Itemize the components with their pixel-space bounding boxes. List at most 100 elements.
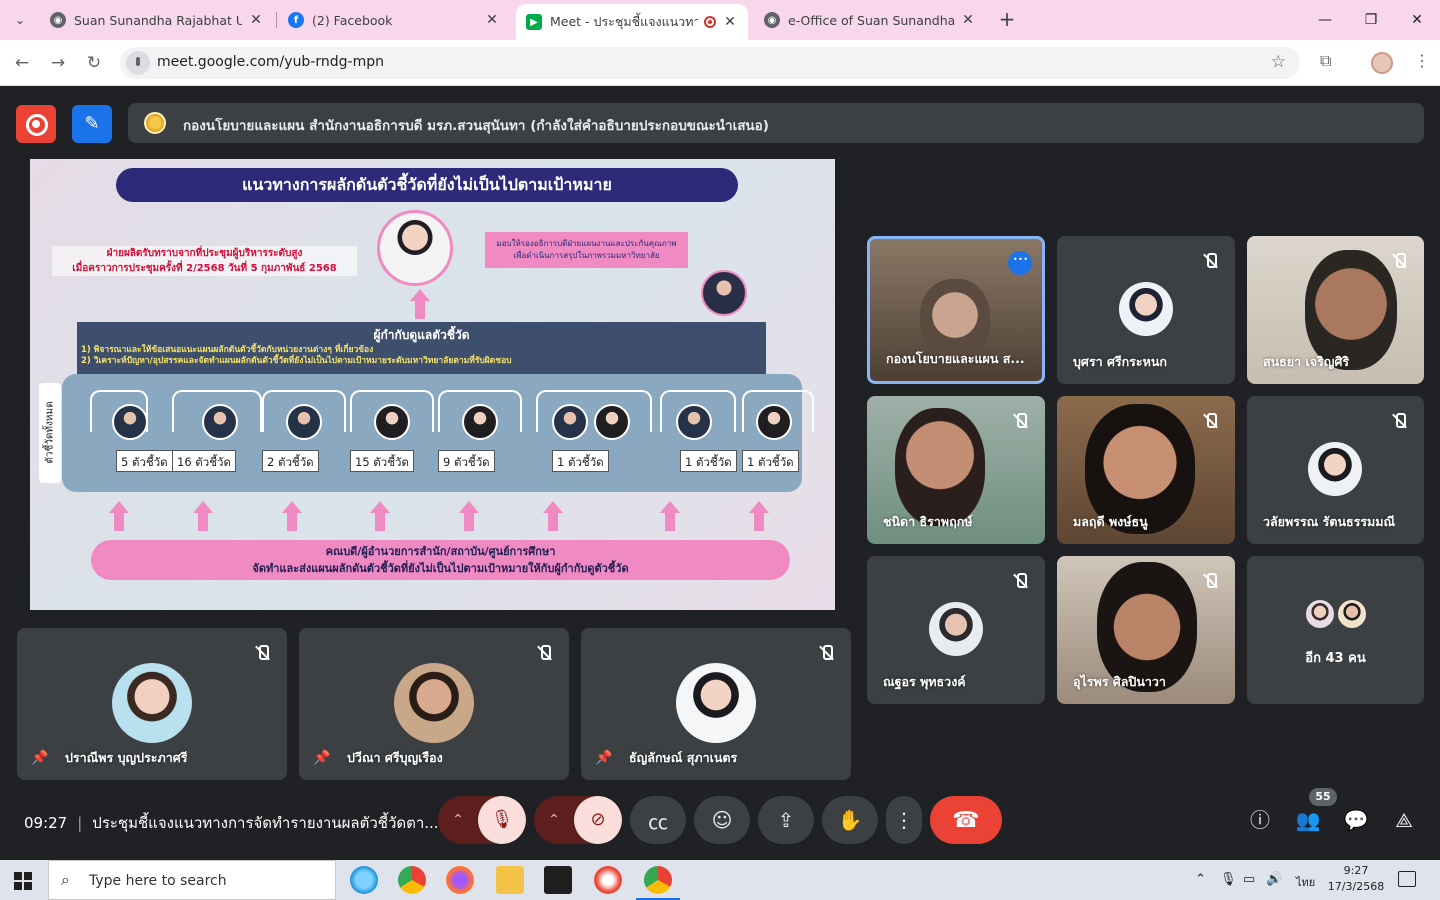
participant-tile[interactable]: กองนโยบายและแผน ส... [867,236,1045,384]
extensions-icon[interactable]: ⧉ [1320,51,1331,71]
raise-hand-icon[interactable]: ✋ [822,796,878,844]
participant-tile[interactable]: บุศรา ศรีกระหนก [1057,236,1235,384]
chrome-icon[interactable] [398,866,426,894]
mic-off-icon[interactable]: 🎙 [478,796,526,844]
pin-icon[interactable]: 📌 [31,750,48,770]
input-language[interactable]: ไทย [1296,873,1315,891]
slide-pink-note: มอบให้รองอธิการบดีฝ่ายแผนงานและประกันคุณ… [485,232,688,268]
tab-meet[interactable]: ▶ Meet - ประชุมชี้แจงแนวทางการ ✕ [516,4,748,40]
unit-person-photo [374,404,410,440]
tray-microphone-icon[interactable]: 🎙 [1220,872,1237,887]
participant-tile[interactable]: วลัยพรรณ รัตนธรรมมณี [1247,396,1424,544]
notes-icon[interactable]: ✎ [72,105,112,143]
url-text[interactable]: meet.google.com/yub-rndg-mpn [157,54,384,70]
unit-person-photo [552,404,588,440]
faculty-box: คณบดี/ผู้อำนวยการสำนัก/สถาบัน/ศูนย์การศึ… [91,540,790,580]
more-options-icon[interactable]: ⋮ [886,796,922,844]
tab-facebook[interactable]: f (2) Facebook ✕ [278,4,510,36]
participant-tile[interactable]: อุไรพร ศิลปินาวา [1057,556,1235,704]
emoji-reaction-icon[interactable]: ☺ [694,796,750,844]
close-tab-icon[interactable]: ✕ [248,12,264,28]
pin-icon[interactable]: 📌 [313,750,330,770]
participant-name: ปวีณา ศรีบุญเรือง [347,750,443,765]
tab-e-office[interactable]: ◉ e-Office of Suan Sunandha Raja ✕ [754,4,986,36]
units-panel: 5 ตัวชี้วัด 16 ตัวชี้วัด 2 ตัวชี้วัด 15 … [62,374,814,492]
participant-tile[interactable]: มลฤดี พงษ์ธนู [1057,396,1235,544]
close-tab-icon[interactable]: ✕ [484,12,500,28]
muted-mic-icon [815,642,837,664]
people-icon[interactable]: 👥 [1295,807,1321,833]
unit-count: 16 ตัวชี้วัด [172,450,236,472]
leave-call-icon[interactable]: ☎ [930,796,1002,844]
unit-person-photo [676,404,712,440]
meeting-details-icon[interactable]: ⓘ [1247,807,1273,833]
chat-icon[interactable]: 💬 [1343,807,1369,833]
address-bar[interactable]: meet.google.com/yub-rndg-mpn ☆ [120,47,1300,79]
microphone-control[interactable]: ⌃ 🎙 [438,796,526,844]
close-tab-icon[interactable]: ✕ [722,14,738,30]
chrome-profile-icon[interactable] [636,866,680,900]
notification-icon[interactable] [1398,871,1416,887]
participant-tile[interactable]: ชนิดา ธิราพฤกษ์ [867,396,1045,544]
participant-tile[interactable]: ณฐอร พุทธวงค์ [867,556,1045,704]
unit-count: 2 ตัวชี้วัด [262,450,319,472]
more-participants-tile[interactable]: อีก 43 คน [1247,556,1424,704]
window-close-icon[interactable]: ✕ [1405,8,1429,32]
microphone-permission-icon[interactable] [126,51,150,75]
pin-icon[interactable]: 📌 [595,750,612,770]
participant-name: สนธยา เจริญศิริ [1263,354,1350,369]
taskbar-clock[interactable]: 9:27 17/3/2568 [1324,863,1388,895]
firefox-icon[interactable] [446,866,474,894]
app-icon[interactable] [594,866,622,894]
participant-name: ณฐอร พุทธวงค์ [883,674,966,689]
slide-pink-note-line: เพื่อดำเนินการสรุปในภาพรวมมหาวิทยาลัย [513,251,660,260]
slide-red-note-line: ฝ่ายผลิตรับทราบจากที่ประชุมผู้บริหารระดั… [106,248,303,259]
volume-icon[interactable]: 🔊 [1266,872,1282,887]
participant-avatar [1304,598,1336,630]
meet-stage: ✎ กองนโยบายและแผน สำนักงานอธิการบดี มรภ.… [0,87,1440,860]
pinned-participant-tile[interactable]: 📌 ธัญลักษณ์ สุภาเนตร [581,628,851,780]
reload-icon[interactable]: ↻ [82,51,106,75]
recording-icon[interactable] [16,105,56,143]
minimize-icon[interactable]: — [1313,8,1337,32]
profile-avatar[interactable] [1371,52,1393,74]
browser-menu-icon[interactable]: ⋮ [1414,51,1430,70]
supervisor-box: ผู้กำกับดูแลตัวชี้วัด 1) พิจารณาและให้ข้… [77,322,766,374]
unit-person-photo [112,404,148,440]
activities-icon[interactable]: ⟁ [1391,807,1417,833]
network-icon[interactable]: ▭ [1243,872,1255,887]
muted-mic-icon [1199,570,1221,592]
captions-icon[interactable]: ㏄ [630,796,686,844]
meeting-title: ประชุมชี้แจงแนวทางการจัดทำรายงานผลตัวชี้… [92,814,439,832]
pinned-participant-tile[interactable]: 📌 ปวีณา ศรีบุญเรือง [299,628,569,780]
mic-options-caret-icon[interactable]: ⌃ [438,796,478,844]
participant-video [895,408,985,526]
unit-person-photo [594,404,630,440]
taskbar-search[interactable]: ⌕ Type here to search [48,860,336,900]
muted-mic-icon [251,642,273,664]
participant-tile[interactable]: สนธยา เจริญศิริ [1247,236,1424,384]
camera-options-caret-icon[interactable]: ⌃ [534,796,574,844]
pinned-participant-tile[interactable]: 📌 ปราณีพร บุญประภาศรี [17,628,287,780]
camera-off-icon[interactable]: ⊘ [574,796,622,844]
back-icon[interactable]: ← [10,51,34,75]
muted-mic-icon [1199,250,1221,272]
tab-title: (2) Facebook [312,12,393,28]
edge-icon[interactable] [350,866,378,894]
close-tab-icon[interactable]: ✕ [960,12,976,28]
restore-icon[interactable]: ❐ [1359,8,1383,32]
bookmark-star-icon[interactable]: ☆ [1271,52,1286,72]
more-participants-label: อีก 43 คน [1305,651,1366,666]
forward-icon[interactable]: → [46,51,70,75]
present-screen-icon[interactable]: ⇪ [758,796,814,844]
terminal-icon[interactable] [544,866,572,894]
up-arrow-icon [459,501,479,531]
tab-suan-sunandha[interactable]: ◉ Suan Sunandha Rajabhat Unive ✕ [40,4,274,36]
windows-start-icon[interactable] [14,872,32,890]
new-tab-icon[interactable]: + [996,8,1018,30]
supervisor-line: 1) พิจารณาและให้ข้อเสนอแนะแผนผลักดันตัวช… [81,345,374,355]
camera-control[interactable]: ⌃ ⊘ [534,796,622,844]
tab-search-chevron-icon[interactable]: ⌄ [8,8,32,32]
file-explorer-icon[interactable] [496,866,524,894]
tray-overflow-icon[interactable]: ⌃ [1195,872,1206,887]
